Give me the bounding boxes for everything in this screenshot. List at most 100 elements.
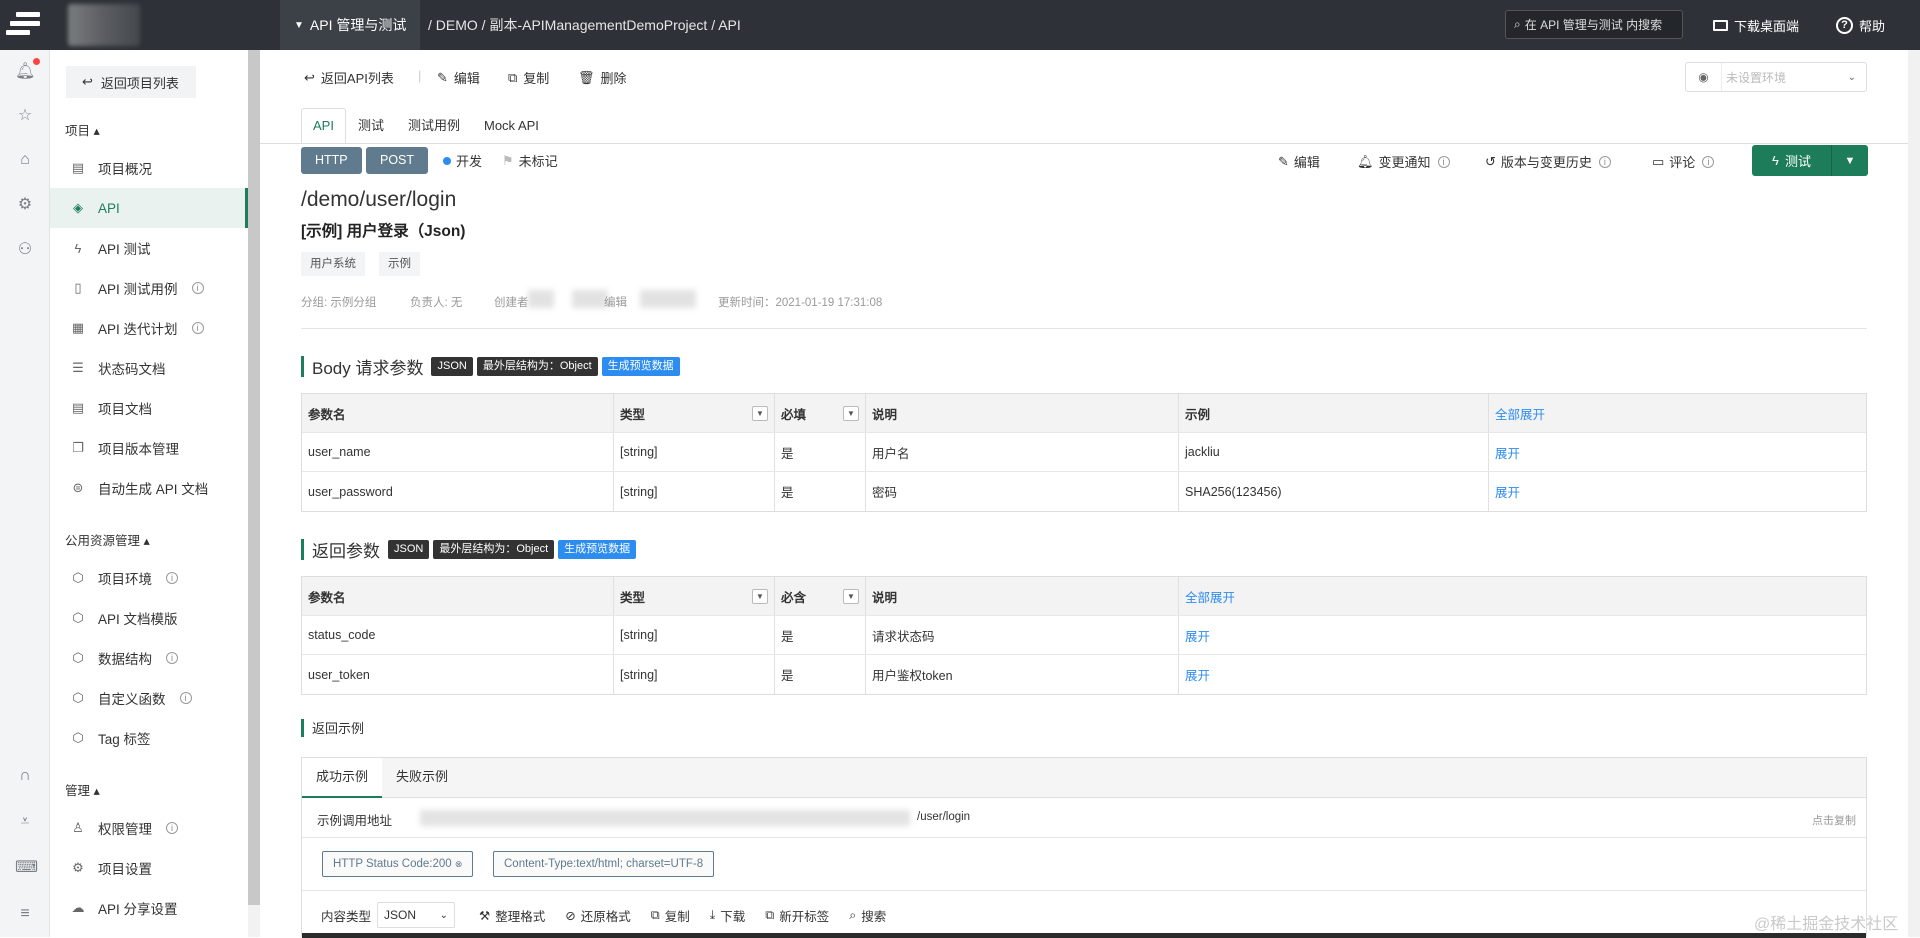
download-button[interactable]: ⤓ 下载 bbox=[710, 906, 746, 925]
sidebar-scrollbar-thumb[interactable] bbox=[248, 50, 260, 905]
tag-example[interactable]: 示例 bbox=[379, 252, 420, 276]
sidebar-item-custom-functions[interactable]: ⬡ 自定义函数 i bbox=[50, 678, 248, 718]
table-row: user_password [string] 是 密码 SHA256(12345… bbox=[302, 472, 1866, 511]
content-type-select[interactable]: JSON ⌄ bbox=[377, 902, 456, 928]
mark-indicator[interactable]: ⚑ 未标记 bbox=[502, 151, 558, 170]
code-editor[interactable] bbox=[302, 933, 1866, 938]
menu-icon[interactable]: ≡ bbox=[15, 904, 35, 924]
headset-icon[interactable]: ∩ bbox=[15, 766, 35, 786]
status-code-tag[interactable]: HTTP Status Code:200 ⊗ bbox=[322, 851, 474, 877]
help-button[interactable]: ? 帮助 bbox=[1836, 0, 1885, 50]
eye-icon: ◉ bbox=[1686, 63, 1722, 91]
tab-failure-example[interactable]: 失败示例 bbox=[382, 758, 462, 798]
pencil-icon: ✎ bbox=[1278, 153, 1289, 169]
expand-all-link[interactable]: 全部展开 bbox=[1179, 577, 1866, 615]
tab-test-cases[interactable]: 测试用例 bbox=[396, 108, 472, 144]
expand-link[interactable]: 展开 bbox=[1179, 616, 1866, 654]
filter-icon[interactable]: ▼ bbox=[752, 406, 768, 421]
copy-button[interactable]: ⧉ 复制 bbox=[651, 906, 690, 925]
content-type-tag[interactable]: Content-Type:text/html; charset=UTF-8 bbox=[493, 851, 715, 877]
sidebar-item-permissions[interactable]: ♙ 权限管理 i bbox=[50, 808, 248, 848]
api-title: [示例] 用户登录（Json) bbox=[301, 223, 466, 240]
shirt-icon[interactable]: ⌂ bbox=[15, 150, 35, 170]
expand-link[interactable]: 展开 bbox=[1179, 655, 1866, 694]
module-selector[interactable]: ▼ API 管理与测试 bbox=[280, 0, 421, 50]
action-edit[interactable]: ✎ 编辑 bbox=[1278, 152, 1320, 171]
gear-icon: ⚙ bbox=[72, 860, 84, 875]
status-indicator[interactable]: 开发 bbox=[443, 151, 482, 170]
sidebar-item-environments[interactable]: ⬡ 项目环境 i bbox=[50, 558, 248, 598]
click-copy-link[interactable]: 点击复制 bbox=[1812, 812, 1856, 828]
section-project[interactable]: 项目 ▴ bbox=[65, 120, 100, 139]
env-placeholder: 未设置环境 bbox=[1726, 70, 1787, 85]
tab-success-example[interactable]: 成功示例 bbox=[302, 758, 383, 798]
search-input[interactable]: ⌕ 在 API 管理与测试 内搜索 bbox=[1505, 10, 1683, 39]
main-scrollbar[interactable] bbox=[1908, 50, 1920, 937]
edit-button[interactable]: ✎ 编辑 bbox=[437, 68, 480, 87]
open-new-tab-button[interactable]: ⧉ 新开标签 bbox=[765, 906, 829, 925]
sidebar-item-project-settings[interactable]: ⚙ 项目设置 bbox=[50, 848, 248, 888]
info-icon: i bbox=[166, 652, 178, 664]
filter-icon[interactable]: ▼ bbox=[843, 589, 859, 604]
close-icon: ⊗ bbox=[454, 859, 463, 869]
sidebar-item-iteration-plan[interactable]: ▦ API 迭代计划 i bbox=[50, 308, 248, 348]
info-icon: i bbox=[1437, 155, 1450, 168]
protocol-badge: HTTP bbox=[301, 147, 362, 174]
back-to-projects-button[interactable]: ↩ 返回项目列表 bbox=[66, 66, 196, 98]
generate-preview-button[interactable]: 生成预览数据 bbox=[558, 540, 637, 559]
section-admin[interactable]: 管理 ▴ bbox=[65, 780, 100, 799]
collapse-down-icon[interactable]: ⩡ bbox=[15, 812, 35, 832]
environment-select[interactable]: ◉ 未设置环境 ⌄ bbox=[1685, 62, 1867, 92]
action-change-notify[interactable]: 🔔︎ 变更通知 i bbox=[1357, 152, 1450, 171]
meta-editor: 编辑 bbox=[604, 297, 627, 309]
sidebar-item-share-settings[interactable]: ☁ API 分享设置 bbox=[50, 888, 248, 928]
tab-test[interactable]: 测试 bbox=[346, 108, 396, 144]
sidebar-item-project-docs[interactable]: ▤ 项目文档 bbox=[50, 388, 248, 428]
sidebar-item-tags[interactable]: ⬡ Tag 标签 bbox=[50, 718, 248, 758]
sidebar-item-api[interactable]: ◈ API bbox=[50, 188, 248, 228]
delete-button[interactable]: 🗑︎ 删除 bbox=[578, 68, 627, 87]
expand-link[interactable]: 展开 bbox=[1489, 472, 1866, 511]
col-required: 必含 ▼ bbox=[775, 577, 866, 615]
sidebar-item-doc-templates[interactable]: ⬡ API 文档模版 bbox=[50, 598, 248, 638]
tab-api[interactable]: API bbox=[301, 108, 346, 144]
logo-icon[interactable] bbox=[6, 6, 42, 42]
add-user-icon[interactable]: ⚇ bbox=[15, 240, 35, 260]
back-to-api-list-button[interactable]: ↩ 返回API列表 bbox=[304, 68, 394, 87]
bell-icon[interactable]: 🔔︎ bbox=[15, 62, 35, 82]
copy-button[interactable]: ⧉ 复制 bbox=[508, 68, 549, 87]
trash-icon: 🗑︎ bbox=[578, 69, 595, 85]
test-run-button[interactable]: ϟ 测试 bbox=[1752, 145, 1832, 176]
test-dropdown-button[interactable]: ▼ bbox=[1832, 145, 1868, 176]
section-public-resources[interactable]: 公用资源管理 ▴ bbox=[65, 530, 150, 549]
keyboard-icon[interactable]: ⌨ bbox=[15, 858, 38, 878]
settings-icon[interactable]: ⚙ bbox=[15, 195, 35, 215]
section-accent bbox=[301, 718, 304, 737]
filter-icon[interactable]: ▼ bbox=[752, 589, 768, 604]
test-button[interactable]: ϟ 测试 ▼ bbox=[1752, 145, 1868, 176]
table-row: user_name [string] 是 用户名 jackliu 展开 bbox=[302, 433, 1866, 472]
sidebar-item-auto-docs[interactable]: ⊜ 自动生成 API 文档 bbox=[50, 468, 248, 508]
format-button[interactable]: ⚒ 整理格式 bbox=[479, 906, 545, 925]
generate-preview-button[interactable]: 生成预览数据 bbox=[601, 357, 680, 376]
sidebar-item-overview[interactable]: ▤ 项目概况 bbox=[50, 148, 248, 188]
action-comment[interactable]: ▭ 评论 i bbox=[1652, 152, 1715, 171]
expand-link[interactable]: 展开 bbox=[1489, 433, 1866, 471]
sidebar-item-test-cases[interactable]: ▯ API 测试用例 i bbox=[50, 268, 248, 308]
breadcrumb[interactable]: / DEMO / 副本-APIManagementDemoProject / A… bbox=[428, 0, 741, 50]
sidebar-item-api-test[interactable]: ϟ API 测试 bbox=[50, 228, 248, 268]
filter-icon[interactable]: ▼ bbox=[843, 406, 859, 421]
search-button[interactable]: ⌕ 搜索 bbox=[849, 906, 886, 925]
tab-mock-api[interactable]: Mock API bbox=[472, 108, 551, 144]
tag-user-system[interactable]: 用户系统 bbox=[301, 252, 365, 276]
expand-all-link[interactable]: 全部展开 bbox=[1489, 394, 1866, 432]
meta-creator: 创建者 bbox=[494, 297, 529, 309]
restore-format-button[interactable]: ⊘ 还原格式 bbox=[565, 906, 631, 925]
sidebar-item-data-structures[interactable]: ⬡ 数据结构 i bbox=[50, 638, 248, 678]
star-icon[interactable]: ☆ bbox=[15, 106, 35, 126]
doc-icon: ☰ bbox=[72, 360, 84, 375]
sidebar-item-version-management[interactable]: ❐ 项目版本管理 bbox=[50, 428, 248, 468]
sidebar-item-status-codes[interactable]: ☰ 状态码文档 bbox=[50, 348, 248, 388]
action-history[interactable]: ↺ 版本与变更历史 i bbox=[1485, 152, 1611, 171]
download-desktop-button[interactable]: 下载桌面端 bbox=[1713, 0, 1799, 50]
